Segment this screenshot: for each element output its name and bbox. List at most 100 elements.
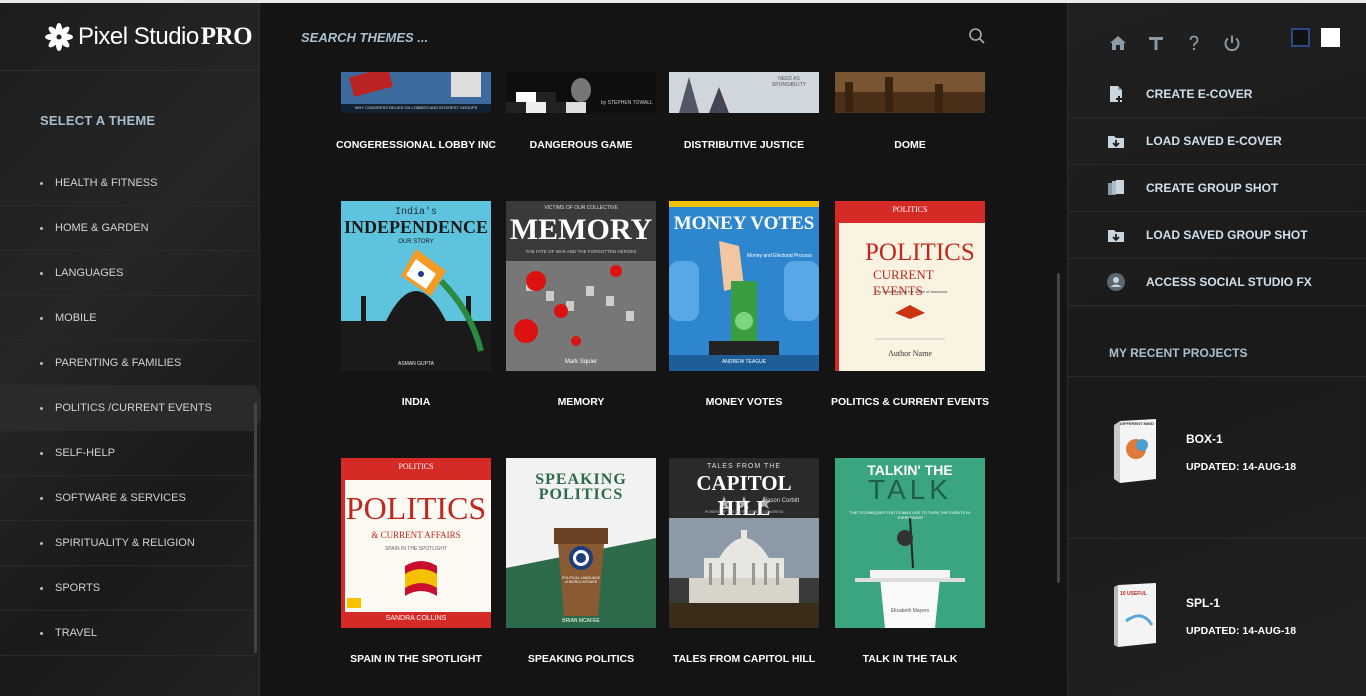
cover-author: BRIAN MCAFEE xyxy=(562,618,600,624)
theme-cover-spain-in-the-spotlight[interactable]: POLITICS POLITICS & CURRENT AFFAIRS SPAI… xyxy=(341,458,491,628)
action-list: CREATE E-COVER LOAD SAVED E-COVER CREATE… xyxy=(1068,71,1366,306)
theme-cover-speaking-politics[interactable]: SPEAKING POLITICS POLITICAL LANGUAGE of … xyxy=(506,458,656,628)
cover-title: POLITICS xyxy=(865,239,975,266)
action-label: CREATE E-COVER xyxy=(1146,87,1253,101)
top-toolbar xyxy=(1068,3,1366,71)
sidebar-item-software-services[interactable]: SOFTWARE & SERVICES xyxy=(0,476,255,521)
theme-label[interactable]: DANGEROUS GAME xyxy=(499,139,663,152)
search-icon[interactable] xyxy=(968,27,986,45)
help-icon[interactable] xyxy=(1184,33,1204,53)
cover-author: Jason Corbitt xyxy=(764,498,800,504)
cover-text: WHY CONGRESS RELIES ON LOBBIES AND INTER… xyxy=(354,105,478,110)
theme-label[interactable]: TALK IN THE TALK xyxy=(828,653,992,666)
cover-subtitle: & CURRENT AFFAIRS xyxy=(371,530,461,540)
cover-art xyxy=(506,72,656,113)
theme-label[interactable]: DOME xyxy=(828,139,992,152)
create-e-cover-button[interactable]: CREATE E-COVER xyxy=(1068,71,1366,118)
sidebar-item-spirituality-religion[interactable]: SPIRITUALITY & RELIGION xyxy=(0,521,255,566)
theme-label[interactable]: INDIA xyxy=(334,396,498,409)
cover-author: ASMAN GUPTA xyxy=(397,361,435,367)
cover-subtitle: CURRENT EVENTS xyxy=(873,267,934,298)
home-icon[interactable] xyxy=(1108,33,1128,53)
theme-cover-money-votes[interactable]: MONEY VOTES Money and Electoral Process … xyxy=(669,201,819,371)
search-input[interactable] xyxy=(301,25,941,49)
sidebar-item-mobile[interactable]: MOBILE xyxy=(0,296,255,341)
action-label: ACCESS SOCIAL STUDIO FX xyxy=(1146,275,1312,289)
app-logo[interactable]: Pixel Studio PRO xyxy=(0,3,260,71)
cover-title: INDEPENDENCE xyxy=(343,217,489,237)
text-icon[interactable] xyxy=(1146,33,1166,53)
theme-cover-memory[interactable]: VICTIMS OF OUR COLLECTIVE MEMORY THE FAT… xyxy=(506,201,656,371)
sidebar-item-languages[interactable]: LANGUAGES xyxy=(0,251,255,296)
light-theme-swatch[interactable] xyxy=(1321,28,1340,47)
bullet-icon xyxy=(40,541,43,545)
sidebar-item-label: MOBILE xyxy=(55,312,97,324)
bullet-icon xyxy=(40,631,43,635)
cover-top: TALES FROM THE xyxy=(706,463,782,470)
access-social-studio-fx-button[interactable]: ACCESS SOCIAL STUDIO FX xyxy=(1068,259,1366,306)
theme-label[interactable]: SPAIN IN THE SPOTLIGHT xyxy=(334,653,498,666)
search-bar xyxy=(261,3,1067,71)
sidebar-item-label: HOME & GARDEN xyxy=(55,222,149,234)
theme-label[interactable]: MEMORY xyxy=(499,396,663,409)
create-group-shot-button[interactable]: CREATE GROUP SHOT xyxy=(1068,165,1366,212)
project-name: SPL-1 xyxy=(1186,596,1221,610)
gallery-scrollbar[interactable] xyxy=(1057,273,1060,583)
project-updated-date: UPDATED: 14-AUG-18 xyxy=(1186,461,1297,473)
theme-label[interactable]: POLITICS & CURRENT EVENTS xyxy=(828,396,992,409)
load-saved-group-shot-button[interactable]: LOAD SAVED GROUP SHOT xyxy=(1068,212,1366,259)
theme-cover-india[interactable]: India's INDEPENDENCE OUR STORY ASMAN GUP… xyxy=(341,201,491,371)
cover-author: ANDREW TEAGUE xyxy=(721,359,767,365)
sidebar-item-self-help[interactable]: SELF-HELP xyxy=(0,431,255,476)
sidebar-item-label: SPORTS xyxy=(55,582,101,594)
select-theme-heading: SELECT A THEME xyxy=(40,113,156,128)
theme-label[interactable]: DISTRIBUTIVE JUSTICE xyxy=(662,139,826,152)
bullet-icon xyxy=(40,181,43,185)
theme-label[interactable]: CONGERESSIONAL LOBBY INC xyxy=(334,139,498,152)
cover-author: Author Name xyxy=(888,349,932,358)
theme-label[interactable]: MONEY VOTES xyxy=(662,396,826,409)
sidebar-item-parenting-families[interactable]: PARENTING & FAMILIES xyxy=(0,341,255,386)
cover-art xyxy=(341,458,491,628)
theme-cover-dome[interactable] xyxy=(835,72,985,113)
bullet-icon xyxy=(40,451,43,455)
cover-subtitle: OUR STORY xyxy=(398,239,434,245)
theme-cover-talk-in-the-talk[interactable]: TALKIN' THE TALK THE TECHNIQUES POLITICI… xyxy=(835,458,985,628)
load-saved-e-cover-button[interactable]: LOAD SAVED E-COVER xyxy=(1068,118,1366,165)
theme-label[interactable]: TALES FROM CAPITOL HILL xyxy=(662,653,826,666)
cover-title: POLITICS xyxy=(345,490,487,526)
recent-project-item[interactable]: DIFFERENT MIND BOX-1 UPDATED: 14-AUG-18 xyxy=(1068,376,1366,536)
dark-theme-swatch[interactable] xyxy=(1291,28,1310,47)
recent-project-item[interactable]: 10 USEFUL SPL-1 UPDATED: 14-AUG-18 xyxy=(1068,538,1366,696)
social-icon xyxy=(1107,273,1125,291)
theme-cover-politics-current-events[interactable]: POLITICS POLITICS CURRENT EVENTS Our wor… xyxy=(835,201,985,371)
sidebar-item-home-garden[interactable]: HOME & GARDEN xyxy=(0,206,255,251)
theme-gallery: WHY CONGRESS RELIES ON LOBBIES AND INTER… xyxy=(261,3,1067,696)
cover-top: POLITICS xyxy=(398,462,434,471)
power-icon[interactable] xyxy=(1222,33,1242,53)
bullet-icon xyxy=(40,226,43,230)
sidebar-item-label: HEALTH & FITNESS xyxy=(55,177,158,189)
theme-cover-dangerous-game[interactable]: by STEPHEN TOWALL xyxy=(506,72,656,113)
theme-cover-congressional-lobby[interactable]: WHY CONGRESS RELIES ON LOBBIES AND INTER… xyxy=(341,72,491,113)
sidebar-scrollbar[interactable] xyxy=(254,403,257,653)
theme-cover-tales-from-capitol-hill[interactable]: TALES FROM THE CAPITOL HILL Jason Corbit… xyxy=(669,458,819,628)
theme-label[interactable]: SPEAKING POLITICS xyxy=(499,653,663,666)
sidebar-item-travel[interactable]: TRAVEL xyxy=(0,611,255,656)
group-file-icon xyxy=(1108,180,1124,195)
cover-tagline: SPAIN IN THE SPOTLIGHT xyxy=(384,546,448,552)
logo-name: Pixel Studio xyxy=(78,22,199,50)
bullet-icon xyxy=(40,271,43,275)
cover-subtitle: Money and Electoral Process xyxy=(747,253,813,259)
logo-pro: PRO xyxy=(200,22,253,50)
sidebar-item-sports[interactable]: SPORTS xyxy=(0,566,255,611)
project-thumbnail xyxy=(1114,419,1156,483)
action-label: CREATE GROUP SHOT xyxy=(1146,181,1279,195)
bullet-icon xyxy=(40,406,43,410)
cover-text: NEED AS SPONSIBILITY xyxy=(771,76,807,88)
sidebar-item-health-fitness[interactable]: HEALTH & FITNESS xyxy=(0,161,255,206)
theme-cover-distributive-justice[interactable]: NEED AS SPONSIBILITY xyxy=(669,72,819,113)
cover-author: Elizabeth Mayers xyxy=(890,608,930,614)
sidebar-item-politics-current-events[interactable]: POLITICS /CURRENT EVENTS xyxy=(0,386,269,431)
recent-projects-heading: MY RECENT PROJECTS xyxy=(1109,346,1248,360)
